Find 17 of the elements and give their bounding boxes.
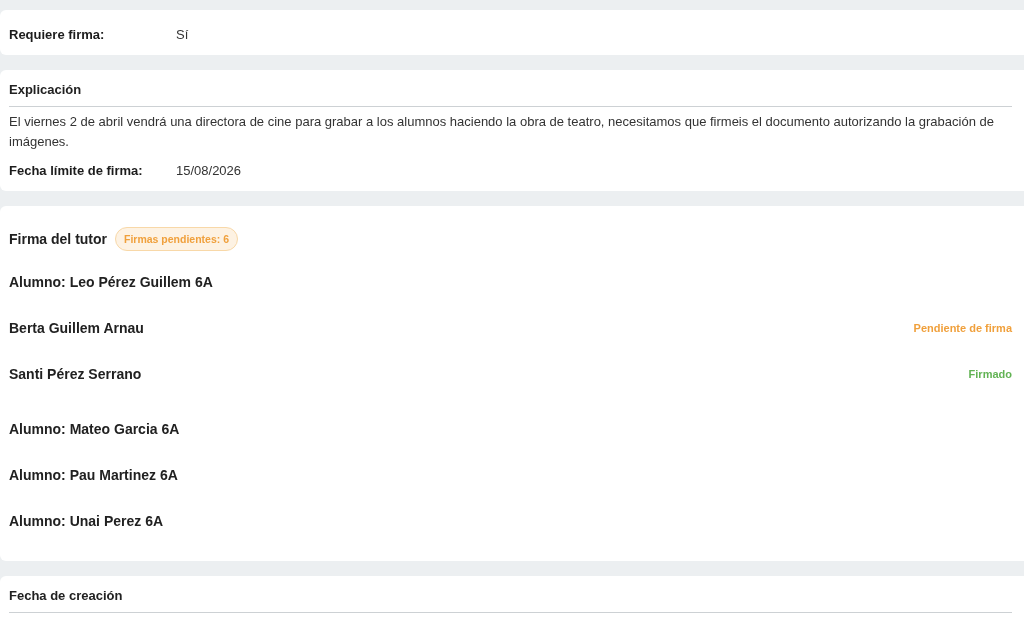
section-title: Explicación — [9, 70, 1012, 107]
student-name: Alumno: Unai Perez 6A — [9, 512, 165, 531]
section-title: Fecha de creación — [9, 576, 1012, 613]
field-value: Sí — [176, 26, 189, 44]
section-title: Firma del tutor — [9, 230, 107, 249]
explanation-text: El viernes 2 de abril vendrá una directora de cine para grabar a los alumnos haciendo la obra de teatro, necesitamos que firmeis el documento autorizando la grabación de imágenes. — [9, 113, 995, 151]
student-name: Alumno: Mateo Garcia 6A — [9, 420, 181, 439]
student-name: Alumno: Leo Pérez Guillem 6A — [9, 273, 214, 292]
tutor-name: Berta Guillem Arnau — [9, 319, 144, 338]
field-value: 15/08/2026 — [176, 162, 242, 180]
tutor-name: Santi Pérez Serrano — [9, 365, 142, 384]
pending-count-badge: Firmas pendientes: 6 — [115, 227, 239, 251]
signature-status: Pendiente de firma — [913, 321, 1012, 336]
field-label: Fecha límite de firma: — [9, 162, 144, 180]
signature-status: Firmado — [968, 367, 1012, 382]
student-name: Alumno: Pau Martinez 6A — [9, 466, 179, 485]
field-label: Requiere firma: — [9, 26, 106, 44]
